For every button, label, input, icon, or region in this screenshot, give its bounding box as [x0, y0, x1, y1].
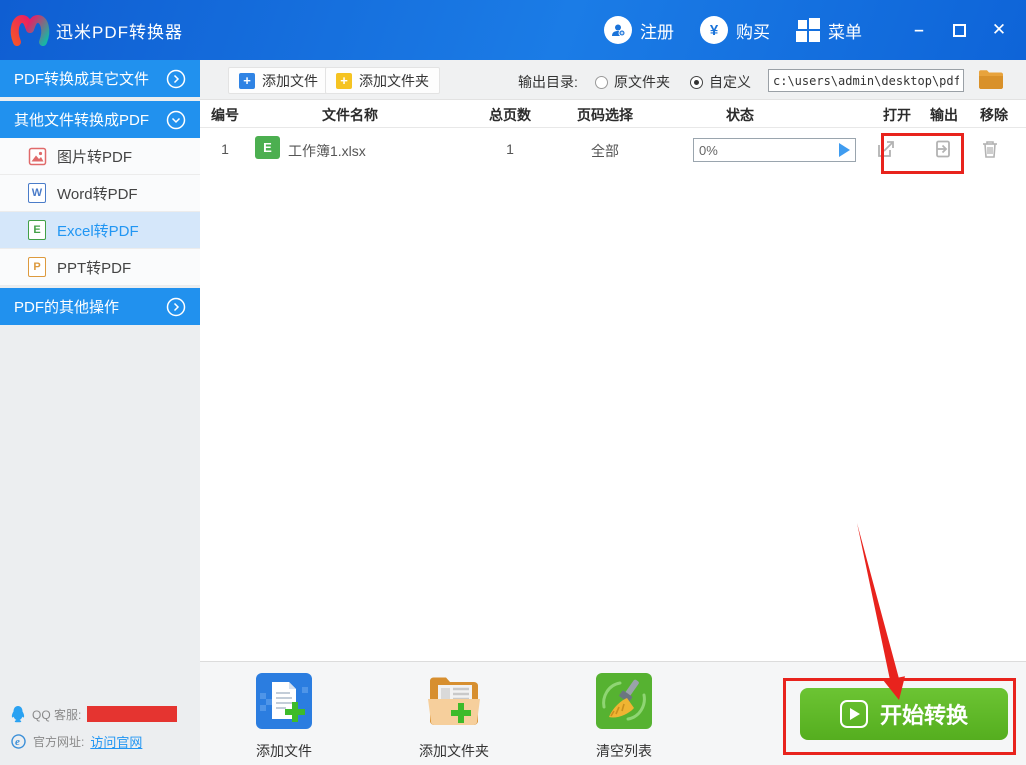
bottom-action-bar: 添加文件 添加文件夹 清空列表 开始转换 — [200, 661, 1026, 765]
bottom-clear-list-label: 清空列表 — [596, 743, 652, 759]
header-index: 编号 — [211, 107, 239, 123]
sidebar-item-image-to-pdf[interactable]: 图片转PDF — [0, 138, 200, 175]
menu-label: 菜单 — [828, 22, 862, 42]
titlebar: 迅米PDF转换器 注册 ¥ 购买 菜单 – ✕ — [0, 0, 1026, 60]
sidebar: PDF转换成其它文件 其他文件转换成PDF 图片转PDF W Word转PDF … — [0, 60, 200, 765]
radio-original-label: 原文件夹 — [614, 74, 670, 90]
qq-icon — [11, 706, 25, 723]
row-filename: 工作簿1.xlsx — [288, 143, 366, 159]
add-folder-big-icon — [428, 677, 480, 725]
close-button[interactable]: ✕ — [986, 17, 1012, 43]
excel-file-badge-icon: E — [255, 136, 280, 159]
add-folder-icon: + — [336, 72, 352, 89]
header-filename: 文件名称 — [322, 107, 378, 123]
register-user-icon — [604, 16, 632, 44]
chevron-right-circle-icon — [166, 69, 186, 88]
maximize-button[interactable] — [946, 17, 972, 43]
category-label: PDF转换成其它文件 — [14, 71, 150, 88]
start-convert-button[interactable]: 开始转换 — [800, 688, 1008, 740]
register-button[interactable]: 注册 — [604, 16, 674, 44]
main-panel: + 添加文件 + 添加文件夹 输出目录: 原文件夹 自定义 编号 文件名称 总页… — [200, 60, 1026, 765]
window-controls: – ✕ — [906, 17, 1012, 43]
yen-icon: ¥ — [700, 16, 728, 44]
sidebar-category-pdf-ops[interactable]: PDF的其他操作 — [0, 288, 200, 325]
app-title: 迅米PDF转换器 — [56, 22, 183, 42]
sidebar-category-pdf-to-other[interactable]: PDF转换成其它文件 — [0, 60, 200, 97]
progress-bar: 0% — [693, 138, 856, 162]
header-open: 打开 — [883, 107, 911, 123]
image-icon — [28, 147, 47, 165]
header-pages: 总页数 — [489, 107, 531, 123]
radio-selected-icon — [690, 75, 703, 89]
folder-icon — [979, 70, 1003, 89]
register-label: 注册 — [640, 22, 674, 42]
browser-e-icon: e — [11, 734, 26, 749]
row-index: 1 — [221, 141, 229, 157]
bottom-add-file-button[interactable]: 添加文件 — [234, 673, 334, 761]
visit-site-link[interactable]: 访问官网 — [90, 732, 142, 751]
buy-button[interactable]: ¥ 购买 — [700, 16, 770, 44]
add-folder-label: 添加文件夹 — [359, 72, 429, 89]
svg-text:e: e — [15, 736, 20, 748]
category-label: PDF的其他操作 — [14, 299, 120, 316]
excel-doc-icon: E — [28, 220, 46, 240]
radio-unselected-icon — [595, 75, 608, 89]
chevron-right-circle-icon — [166, 297, 186, 316]
top-toolbar: + 添加文件 + 添加文件夹 输出目录: 原文件夹 自定义 — [200, 60, 1026, 100]
sidebar-item-label: Word转PDF — [57, 185, 138, 203]
sidebar-item-label: PPT转PDF — [57, 259, 132, 277]
sidebar-category-other-to-pdf[interactable]: 其他文件转换成PDF — [0, 101, 200, 138]
radio-custom-folder[interactable]: 自定义 — [690, 72, 751, 92]
bottom-add-folder-label: 添加文件夹 — [419, 743, 489, 759]
sidebar-item-label: 图片转PDF — [57, 148, 133, 166]
header-status: 状态 — [726, 107, 754, 123]
qq-support-label: QQ 客服: — [32, 707, 82, 722]
ppt-doc-icon: P — [28, 257, 46, 277]
output-dir-label: 输出目录: — [518, 74, 578, 90]
row-play-icon[interactable] — [839, 143, 850, 157]
menu-button[interactable]: 菜单 — [796, 18, 862, 43]
sidebar-item-label: Excel转PDF — [57, 222, 139, 240]
bottom-clear-list-button[interactable]: 清空列表 — [574, 673, 674, 761]
sidebar-item-ppt-to-pdf[interactable]: P PPT转PDF — [0, 249, 200, 286]
menu-grid-icon — [796, 18, 820, 42]
sidebar-item-word-to-pdf[interactable]: W Word转PDF — [0, 175, 200, 212]
bottom-add-folder-button[interactable]: 添加文件夹 — [404, 673, 504, 761]
sidebar-item-excel-to-pdf[interactable]: E Excel转PDF — [0, 212, 200, 249]
qq-number-redaction — [87, 706, 178, 722]
output-folder-icon[interactable] — [932, 138, 954, 160]
header-remove: 移除 — [980, 107, 1008, 123]
start-convert-label: 开始转换 — [879, 703, 968, 728]
chevron-down-circle-icon — [166, 110, 186, 129]
minimize-button[interactable]: – — [906, 17, 932, 43]
progress-percent: 0% — [699, 142, 718, 158]
header-output: 输出 — [930, 107, 958, 123]
official-site-label: 官方网址: — [33, 735, 85, 749]
open-file-icon[interactable] — [875, 138, 897, 160]
table-header: 编号 文件名称 总页数 页码选择 状态 打开 输出 移除 — [200, 100, 1026, 128]
row-pages: 1 — [506, 141, 514, 157]
sidebar-footer: QQ 客服: e 官方网址: 访问官网 — [10, 696, 195, 751]
radio-custom-label: 自定义 — [709, 74, 751, 90]
row-page-select[interactable]: 全部 — [555, 141, 655, 161]
add-folder-button[interactable]: + 添加文件夹 — [325, 67, 440, 94]
remove-trash-icon[interactable] — [979, 138, 1001, 160]
maximize-icon — [952, 23, 966, 37]
app-logo-icon — [10, 14, 50, 46]
output-path-input[interactable] — [768, 69, 964, 92]
header-page-select: 页码选择 — [577, 107, 633, 123]
add-file-big-icon — [256, 673, 312, 729]
radio-original-folder[interactable]: 原文件夹 — [595, 72, 670, 92]
clear-list-broom-icon — [596, 673, 652, 729]
category-label: 其他文件转换成PDF — [14, 112, 150, 129]
bottom-add-file-label: 添加文件 — [256, 743, 312, 759]
browse-folder-button[interactable] — [978, 68, 1004, 92]
add-file-button[interactable]: + 添加文件 — [228, 67, 329, 94]
word-doc-icon: W — [28, 183, 46, 203]
buy-label: 购买 — [736, 22, 770, 42]
play-icon — [839, 700, 868, 728]
add-file-label: 添加文件 — [262, 72, 318, 89]
add-file-icon: + — [239, 72, 255, 89]
table-row: 1 E 工作簿1.xlsx 1 全部 0% — [200, 128, 1026, 172]
